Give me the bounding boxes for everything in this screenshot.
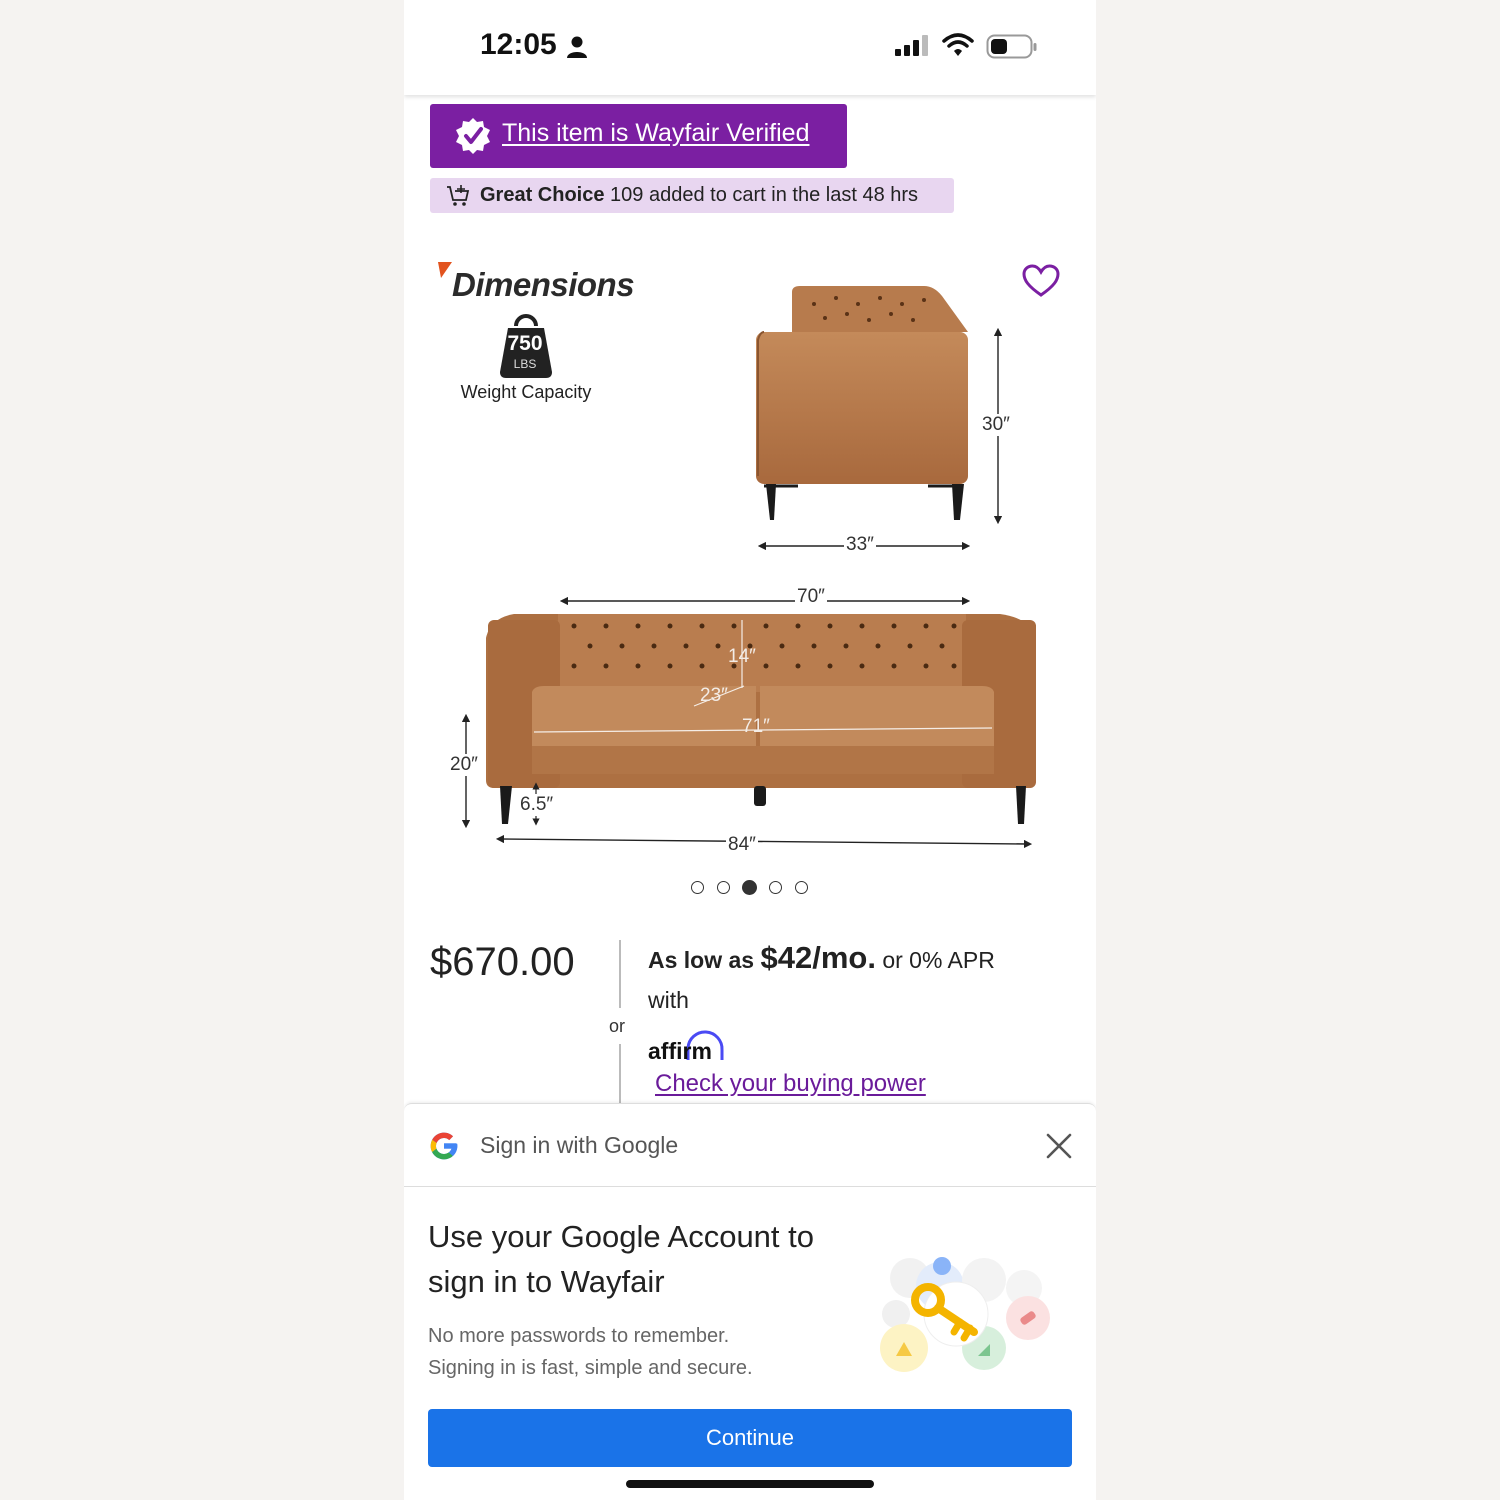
sheet-divider xyxy=(404,1186,1096,1187)
great-choice-text: 109 added to cart in the last 48 hrs xyxy=(610,184,919,206)
signin-subtext: No more passwords to remember. Signing i… xyxy=(428,1320,848,1384)
carousel-dot-3-active[interactable] xyxy=(742,880,757,895)
with-text: with xyxy=(648,987,689,1013)
product-price: $670.00 xyxy=(430,940,575,984)
price-divider-top xyxy=(619,940,621,1008)
verified-badge-icon xyxy=(456,118,490,154)
wifi-icon xyxy=(942,33,974,56)
dim-leg-height: 6.5″ xyxy=(518,794,556,816)
as-low-as-label: As low as xyxy=(648,947,755,973)
key-illustration-icon xyxy=(880,1257,1050,1372)
great-choice-label: Great Choice xyxy=(480,184,605,206)
status-time: 12:05 xyxy=(480,28,557,61)
dim-back-height: 14″ xyxy=(728,646,756,667)
phone-screen: 12:05 This item is Wayfair Verified Grea… xyxy=(404,0,1096,1500)
verified-link[interactable]: This item is Wayfair Verified xyxy=(502,119,809,148)
or-label: or xyxy=(609,1016,626,1036)
great-choice-badge: Great Choice 109 added to cart in the la… xyxy=(430,178,954,213)
google-signin-title: Sign in with Google xyxy=(480,1132,679,1158)
carousel-dot-1[interactable] xyxy=(691,881,704,894)
product-image-gallery[interactable]: Dimensions 750 LBS Weight Capacity 30″ 3… xyxy=(404,240,1096,870)
carousel-dot-2[interactable] xyxy=(717,881,730,894)
dim-seat-height: 20″ xyxy=(448,754,480,776)
cellular-signal-icon xyxy=(895,35,928,56)
monthly-payment: $42/mo. xyxy=(760,940,876,975)
dim-side-height: 30″ xyxy=(980,414,1012,436)
signin-subtext-line1: No more passwords to remember. xyxy=(428,1325,730,1347)
sofa-dimension-image xyxy=(461,286,1036,849)
apr-text: or 0% APR xyxy=(882,947,995,973)
affirm-logo: affirm xyxy=(648,1038,712,1064)
signin-subtext-line2: Signing in is fast, simple and secure. xyxy=(428,1357,753,1379)
wayfair-verified-banner[interactable]: This item is Wayfair Verified xyxy=(430,104,847,168)
check-buying-power-link[interactable]: Check your buying power xyxy=(655,1070,926,1098)
status-bar: 12:05 xyxy=(404,0,1096,95)
google-signin-sheet: Sign in with Google Use your Google Acco… xyxy=(404,1103,1096,1500)
dim-side-depth: 33″ xyxy=(844,534,876,556)
price-divider-bottom xyxy=(619,1044,621,1104)
carousel-dot-4[interactable] xyxy=(769,881,782,894)
continue-button[interactable]: Continue xyxy=(428,1409,1072,1467)
financing-line: As low as $42/mo. or 0% APR xyxy=(648,940,995,976)
dim-overall-width: 84″ xyxy=(726,834,758,856)
dim-seat-depth: 23″ xyxy=(700,685,728,706)
signin-headline: Use your Google Account to sign in to Wa… xyxy=(428,1219,815,1299)
cart-plus-icon xyxy=(447,185,470,206)
battery-icon xyxy=(986,34,1037,59)
close-icon[interactable] xyxy=(1045,1132,1073,1160)
person-icon xyxy=(567,36,587,58)
home-indicator xyxy=(626,1480,874,1488)
google-logo-icon xyxy=(430,1132,458,1160)
dim-seat-width: 71″ xyxy=(742,716,770,737)
dim-front-width: 70″ xyxy=(795,586,827,608)
carousel-dot-5[interactable] xyxy=(795,881,808,894)
sofa-side-view xyxy=(756,286,968,520)
